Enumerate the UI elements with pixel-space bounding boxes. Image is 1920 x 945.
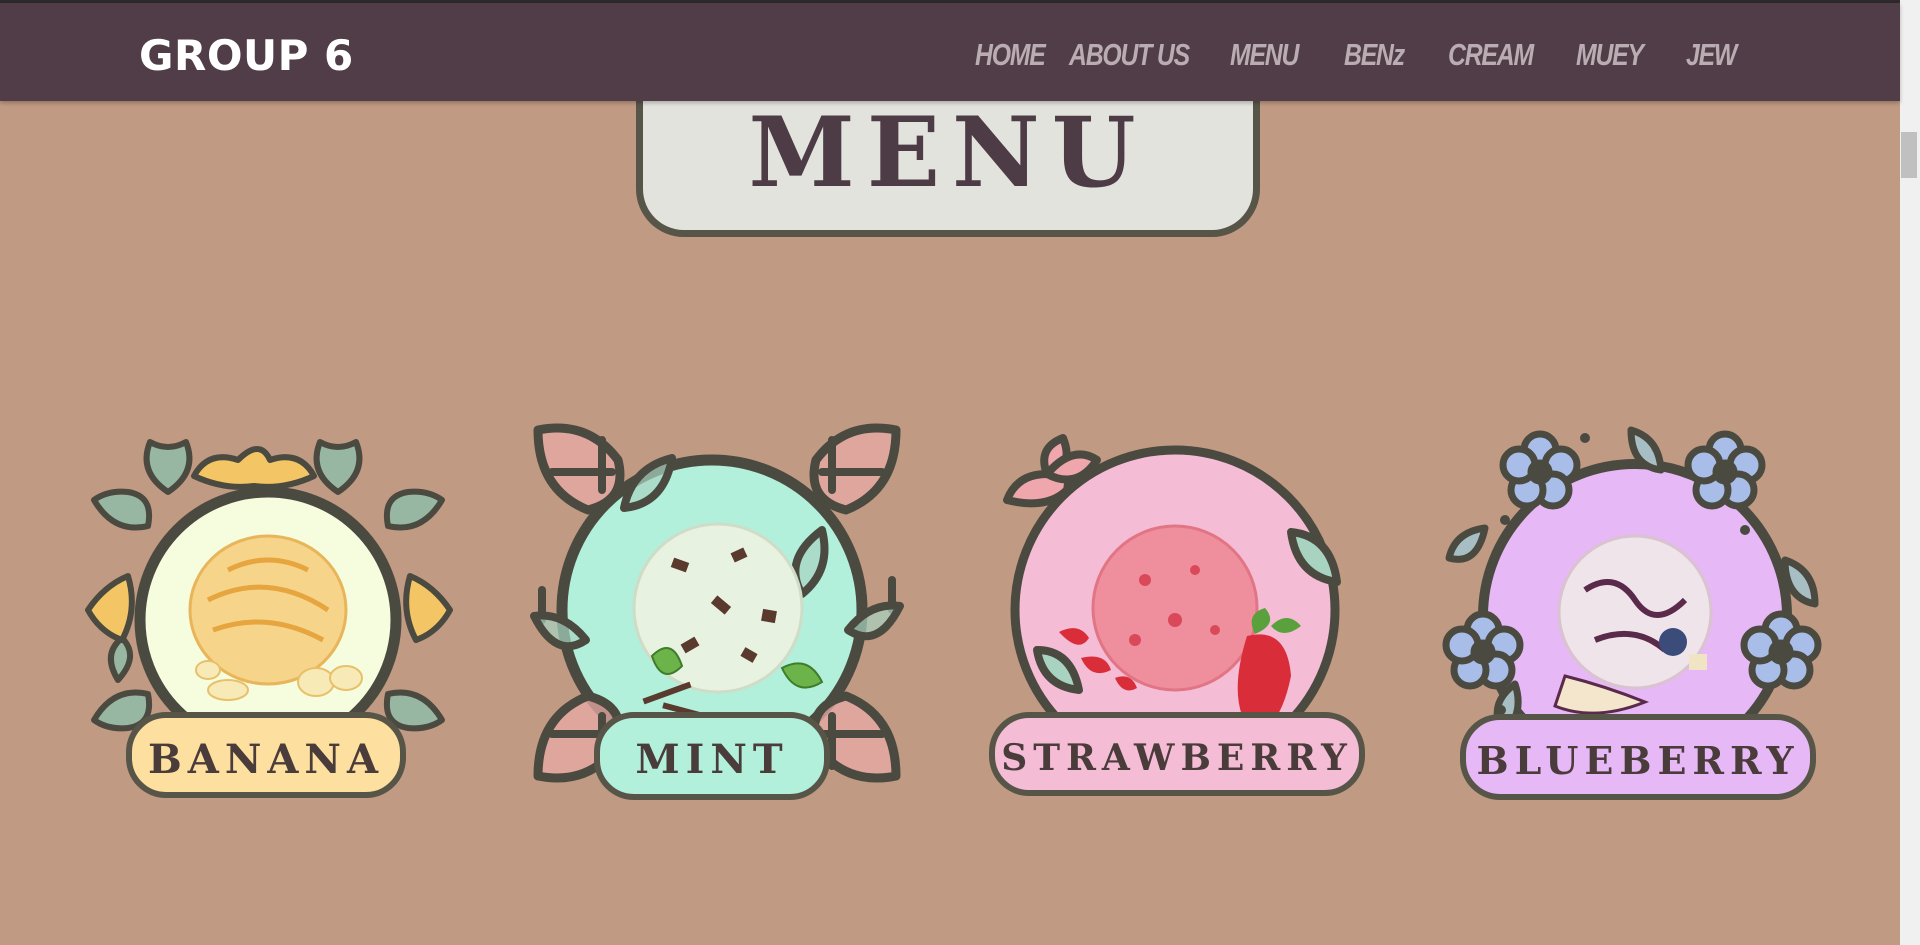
flavor-label-strawberry[interactable]: STRAWBERRY bbox=[989, 712, 1365, 796]
flavor-card-blueberry[interactable]: BLUEBERRY bbox=[1442, 420, 1825, 805]
flavor-label-banana[interactable]: BANANA bbox=[126, 712, 406, 798]
nav-muey[interactable]: MUEY bbox=[1576, 37, 1659, 73]
nav-about-us[interactable]: ABOUT US bbox=[1069, 37, 1193, 73]
nav-home[interactable]: HOME bbox=[975, 37, 1046, 73]
nav-links: HOME ABOUT US MENU BENz CREAM MUEY JEW bbox=[975, 33, 1762, 77]
flavor-label-blueberry[interactable]: BLUEBERRY bbox=[1460, 714, 1816, 800]
nav-jew[interactable]: JEW bbox=[1686, 37, 1742, 73]
nav-menu[interactable]: MENU bbox=[1230, 37, 1316, 73]
blueberry-fruit-icon bbox=[1659, 628, 1687, 656]
flavor-label-mint[interactable]: MINT bbox=[594, 712, 830, 800]
flavor-card-strawberry[interactable]: STRAWBERRY bbox=[985, 420, 1365, 800]
nav-cream[interactable]: CREAM bbox=[1448, 37, 1546, 73]
blueberry-scoop-icon bbox=[1557, 534, 1713, 690]
flavor-card-banana[interactable]: BANANA bbox=[78, 420, 458, 805]
nav-benz[interactable]: BENz bbox=[1344, 37, 1422, 73]
strawberry-scoop-icon bbox=[1091, 524, 1259, 692]
scrollbar-thumb[interactable] bbox=[1901, 132, 1917, 178]
flavor-card-mint[interactable]: MINT bbox=[530, 420, 904, 805]
brand-logo[interactable]: GROUP 6 bbox=[139, 31, 354, 80]
navbar: GROUP 6 HOME ABOUT US MENU BENz CREAM MU… bbox=[0, 3, 1900, 101]
flavor-grid: BANANA MINT STRAWBERRY BLUEBERRY bbox=[0, 0, 1900, 945]
